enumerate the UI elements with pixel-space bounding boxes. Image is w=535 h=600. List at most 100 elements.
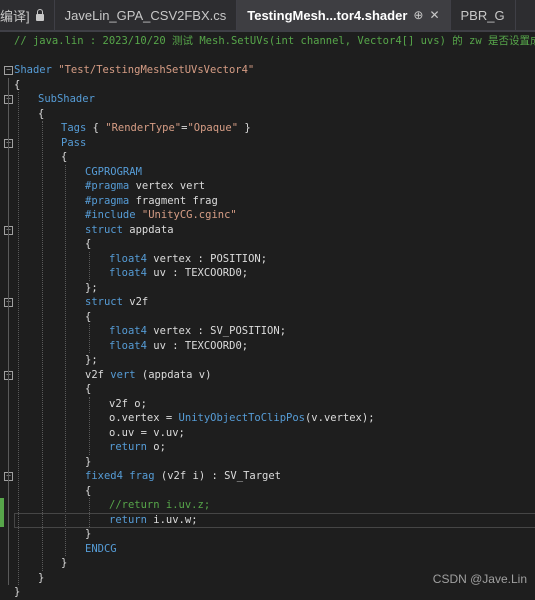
- code-token: return: [109, 513, 147, 526]
- code-token: struct: [85, 223, 123, 236]
- code-token: v2f o;: [109, 397, 147, 410]
- code-line[interactable]: Pass: [61, 136, 86, 151]
- code-token: {: [92, 122, 106, 134]
- pin-icon[interactable]: ⊕: [413, 8, 423, 22]
- code-token: uv : TEXCOORD0;: [146, 267, 249, 279]
- lock-icon: [35, 8, 44, 21]
- code-token: }: [85, 528, 92, 540]
- code-token: {: [85, 383, 92, 395]
- code-token: "RenderType": [105, 122, 182, 134]
- code-token: // java.lin : 2023/10/20 测试 Mesh.SetUVs(…: [14, 35, 535, 47]
- watermark: CSDN @Jave.Lin: [432, 572, 527, 586]
- code-line[interactable]: return o;: [109, 440, 166, 455]
- tab-compile[interactable]: 编译]: [0, 0, 55, 30]
- code-line[interactable]: #include "UnityCG.cginc": [85, 208, 237, 223]
- indent-guide: [89, 396, 90, 455]
- code-line[interactable]: {: [14, 78, 20, 93]
- code-editor[interactable]: − − − − − − − // java.lin : 2023/10/20 测试 Mesh…: [0, 32, 535, 598]
- code-line[interactable]: }: [14, 585, 20, 600]
- tab-testing-mesh-shader[interactable]: TestingMesh...tor4.shader ⊕ ✕: [237, 0, 451, 30]
- tab-compile-label: 编译]: [0, 8, 30, 24]
- code-line[interactable]: o.vertex = UnityObjectToClipPos(v.vertex…: [109, 411, 375, 426]
- code-line[interactable]: ENDCG: [85, 542, 117, 557]
- fold-line: [8, 77, 9, 585]
- code-line[interactable]: #pragma vertex vert: [85, 179, 205, 194]
- code-line[interactable]: SubShader: [38, 92, 95, 107]
- code-line[interactable]: v2f vert (appdata v): [85, 368, 211, 383]
- current-line-highlight: [14, 512, 535, 528]
- code-line[interactable]: // java.lin : 2023/10/20 测试 Mesh.SetUVs(…: [14, 34, 535, 49]
- code-line[interactable]: float4 vertex : SV_POSITION;: [109, 324, 286, 339]
- code-line[interactable]: }: [85, 527, 91, 542]
- code-token: {: [61, 151, 68, 163]
- code-line[interactable]: {: [61, 150, 67, 165]
- code-line[interactable]: return i.uv.w;: [109, 513, 198, 528]
- code-token: vertex vert: [129, 180, 206, 192]
- code-token: float4: [109, 325, 147, 337]
- code-token: float4: [109, 267, 147, 279]
- code-line[interactable]: }: [85, 455, 91, 470]
- tab-label: PBR_G: [460, 7, 505, 23]
- code-line[interactable]: }: [61, 556, 67, 571]
- code-token: (appdata v): [135, 368, 212, 381]
- code-token: vert: [110, 368, 136, 381]
- code-token: v2f: [85, 368, 111, 381]
- code-line[interactable]: struct appdata: [85, 223, 174, 238]
- code-line[interactable]: {: [38, 107, 44, 122]
- code-token: };: [85, 281, 98, 294]
- code-token: CGPROGRAM: [85, 165, 142, 178]
- code-line[interactable]: float4 vertex : POSITION;: [109, 252, 267, 267]
- code-line[interactable]: };: [85, 353, 98, 368]
- code-token: #include: [85, 209, 136, 221]
- code-token: "UnityCG.cginc": [141, 209, 237, 221]
- code-line[interactable]: {: [85, 382, 91, 397]
- code-line[interactable]: fixed4 frag (v2f i) : SV_Target: [85, 469, 281, 484]
- tab-pbr[interactable]: PBR_G: [451, 0, 516, 30]
- code-token: #pragma: [85, 180, 130, 192]
- code-token: }: [14, 586, 21, 598]
- code-line[interactable]: //return i.uv.z;: [109, 498, 210, 513]
- code-line[interactable]: Tags { "RenderType"="Opaque" }: [61, 121, 251, 136]
- code-line[interactable]: {: [85, 237, 91, 252]
- code-token: Shader: [14, 64, 59, 76]
- code-line[interactable]: }: [38, 571, 44, 586]
- code-line[interactable]: float4 uv : TEXCOORD0;: [109, 266, 248, 281]
- code-line[interactable]: v2f o;: [109, 397, 147, 412]
- code-token: {: [85, 484, 92, 497]
- fold-toggle-icon[interactable]: −: [4, 66, 13, 75]
- code-line[interactable]: Shader "Test/TestingMeshSetUVsVector4": [14, 63, 254, 78]
- code-token: UnityObjectToClipPos: [178, 412, 305, 424]
- code-token: frag: [129, 470, 155, 482]
- code-line[interactable]: #pragma fragment frag: [85, 194, 218, 209]
- code-token: v2f: [122, 296, 149, 308]
- code-token: {: [14, 78, 21, 91]
- tab-javelin-gpa-csv2fbx[interactable]: JaveLin_GPA_CSV2FBX.cs: [55, 0, 238, 30]
- code-line[interactable]: {: [85, 310, 91, 325]
- code-token: (v2f i) : SV_Target: [154, 470, 281, 482]
- code-line[interactable]: struct v2f: [85, 295, 148, 310]
- code-token: float4: [109, 252, 147, 265]
- code-line[interactable]: o.uv = v.uv;: [109, 426, 185, 441]
- code-line[interactable]: float4 uv : TEXCOORD0;: [109, 339, 248, 354]
- indent-guide: [18, 92, 19, 585]
- code-token: fixed4: [85, 470, 123, 482]
- close-icon[interactable]: ✕: [429, 8, 439, 22]
- indent-guide: [42, 121, 43, 571]
- code-token: "Test/TestingMeshSetUVsVector4": [58, 64, 255, 76]
- code-token: fragment frag: [129, 194, 218, 207]
- code-token: vertex : POSITION;: [146, 252, 268, 265]
- code-line[interactable]: CGPROGRAM: [85, 165, 142, 180]
- code-token: {: [38, 107, 45, 120]
- indent-guide: [65, 164, 66, 556]
- code-line[interactable]: };: [85, 281, 98, 296]
- change-marker: [0, 512, 4, 527]
- code-token: appdata: [122, 223, 174, 236]
- code-token: }: [238, 122, 251, 134]
- code-token: return: [109, 441, 147, 453]
- indent-guide: [89, 251, 90, 281]
- code-token: }: [85, 455, 92, 468]
- tab-bar: 编译] JaveLin_GPA_CSV2FBX.cs TestingMesh..…: [0, 0, 535, 32]
- code-line[interactable]: {: [85, 484, 91, 499]
- code-token: uv : TEXCOORD0;: [146, 339, 249, 352]
- change-marker: [0, 498, 4, 513]
